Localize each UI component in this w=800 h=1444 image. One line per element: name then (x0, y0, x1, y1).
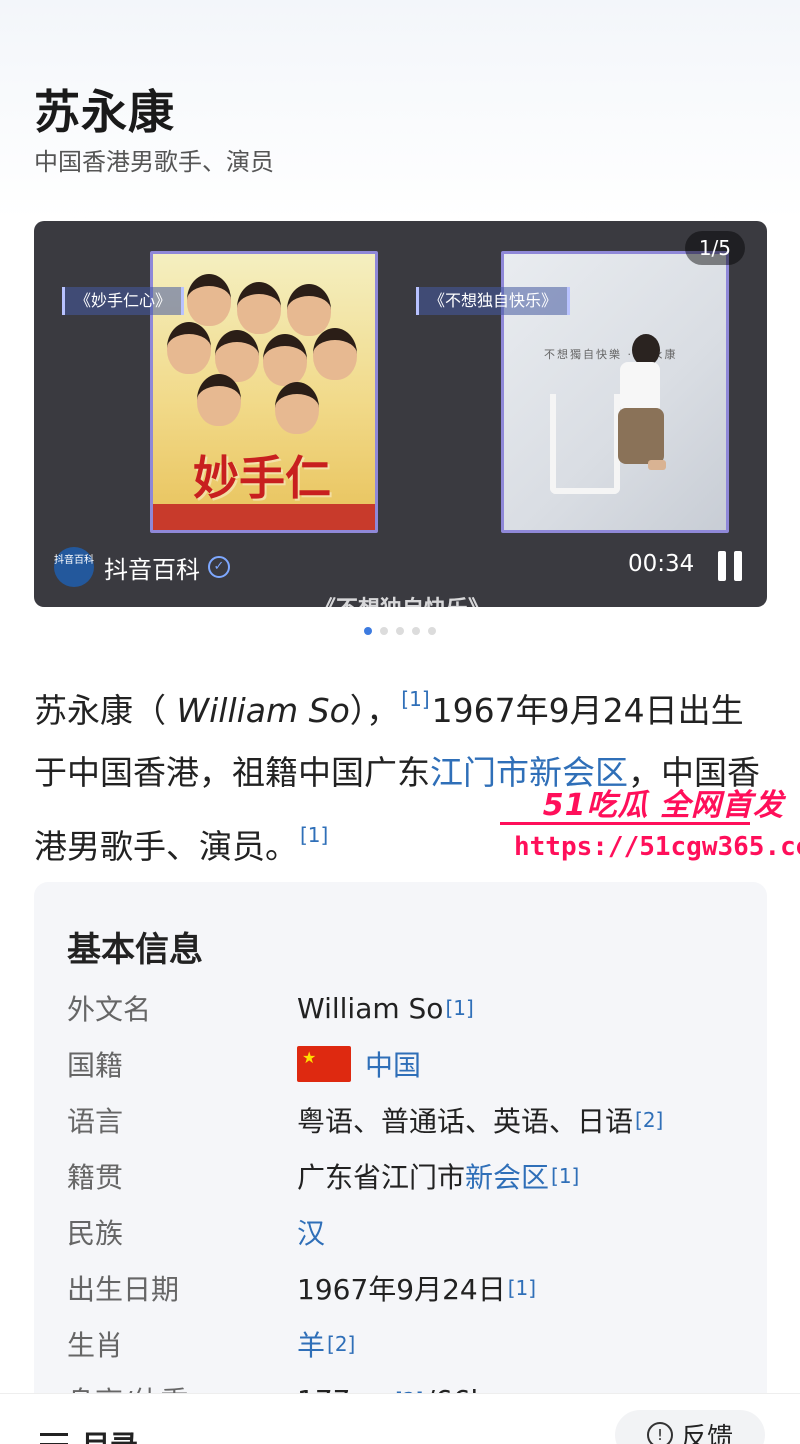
basic-info-card: 基本信息 外文名 William So[1] 国籍 中国 语言 粤语、普通话、英… (34, 882, 767, 1442)
info-row-native-place: 籍贯 广东省江门市 新会区 [1] (67, 1156, 581, 1196)
page-subtitle: 中国香港男歌手、演员 (34, 148, 274, 176)
carousel-dots[interactable] (364, 627, 436, 635)
verified-icon: ✓ (208, 556, 230, 578)
info-icon: ! (646, 1422, 673, 1444)
carousel-dot[interactable] (380, 627, 388, 635)
info-value: 1967年9月24日 (297, 1273, 506, 1306)
info-value-link[interactable]: 羊 (297, 1324, 325, 1364)
info-label: 出生日期 (67, 1273, 180, 1306)
info-value: 粤语、普通话、英语、日语 (297, 1105, 634, 1138)
carousel-dot[interactable] (412, 627, 420, 635)
video-caption: 《不想独自快乐》 (314, 591, 490, 607)
page-title: 苏永康 (34, 85, 175, 139)
reference-link[interactable]: [1] (551, 1164, 579, 1188)
feedback-button[interactable]: ! 反馈 (615, 1410, 765, 1444)
info-value-link[interactable]: 中国 (365, 1044, 421, 1084)
feedback-label: 反馈 (680, 1422, 733, 1444)
poster-miao-shou-ren-xin: 妙手仁心 (150, 251, 378, 533)
info-label: 国籍 (67, 1049, 124, 1082)
video-time: 00:34 (628, 551, 695, 577)
info-row-nationality: 国籍 中国 (67, 1044, 421, 1084)
carousel-dot-active[interactable] (364, 627, 372, 635)
watermark-line (500, 822, 750, 825)
pause-icon[interactable] (718, 551, 744, 581)
watermark-url: https://51cgw365.com (514, 832, 800, 862)
info-row-language: 语言 粤语、普通话、英语、日语 [2] (67, 1100, 665, 1140)
douyin-baike-logo-icon: 抖音百科 (54, 547, 94, 587)
info-label: 籍贯 (67, 1161, 124, 1194)
source-brand[interactable]: 抖音百科 抖音百科 ✓ (54, 547, 230, 587)
info-value-link[interactable]: 汉 (297, 1212, 325, 1252)
info-row-foreign-name: 外文名 William So [1] (67, 988, 476, 1028)
info-value-link[interactable]: 新会区 (465, 1156, 549, 1196)
basic-info-title: 基本信息 (67, 930, 203, 970)
carousel-dot[interactable] (396, 627, 404, 635)
info-value: William So (297, 991, 444, 1025)
carousel-dot[interactable] (428, 627, 436, 635)
info-row-ethnicity: 民族 汉 (67, 1212, 325, 1252)
toc-button[interactable]: 目录 (40, 1424, 138, 1444)
seated-figure (618, 334, 666, 470)
summary-name: 苏永康（ (34, 691, 166, 730)
slide-counter: 1/5 (684, 231, 745, 265)
summary-english-name: William So (166, 691, 350, 730)
info-row-birth-date: 出生日期 1967年9月24日 [1] (67, 1268, 538, 1308)
info-label: 生肖 (67, 1329, 124, 1362)
reference-link[interactable]: [2] (327, 1332, 355, 1356)
watermark: 51吃瓜 全网首发 https://51cgw365.com (500, 774, 800, 870)
reference-link[interactable]: [1] (445, 996, 473, 1020)
brand-label: 抖音百科 (104, 555, 200, 584)
media-carousel[interactable]: 妙手仁心 不想獨自快樂 · 蘇永康 《妙手仁心》 《不想独自快乐》 1/5 抖音… (34, 221, 767, 607)
info-value-prefix: 广东省江门市 (297, 1161, 466, 1194)
watermark-title: 51吃瓜 全网首发 (542, 788, 784, 823)
china-flag-icon (297, 1046, 351, 1082)
bottom-bar: 目录 ! 反馈 (0, 1393, 800, 1444)
summary-close: ）， (349, 691, 400, 730)
menu-icon (40, 1433, 68, 1444)
reference-link[interactable]: [1] (508, 1276, 536, 1300)
video-tag-1[interactable]: 《妙手仁心》 (62, 287, 185, 315)
cast-photo (167, 274, 362, 444)
reference-link[interactable]: [1] (401, 687, 429, 711)
reference-link[interactable]: [2] (635, 1108, 663, 1132)
info-label: 民族 (67, 1217, 124, 1250)
info-label: 语言 (67, 1105, 124, 1138)
reference-link[interactable]: [1] (300, 823, 328, 847)
video-tag-2[interactable]: 《不想独自快乐》 (416, 287, 571, 315)
info-label: 外文名 (67, 993, 152, 1026)
poster-footer (153, 504, 375, 530)
toc-label: 目录 (82, 1424, 138, 1444)
info-row-zodiac: 生肖 羊 [2] (67, 1324, 357, 1364)
